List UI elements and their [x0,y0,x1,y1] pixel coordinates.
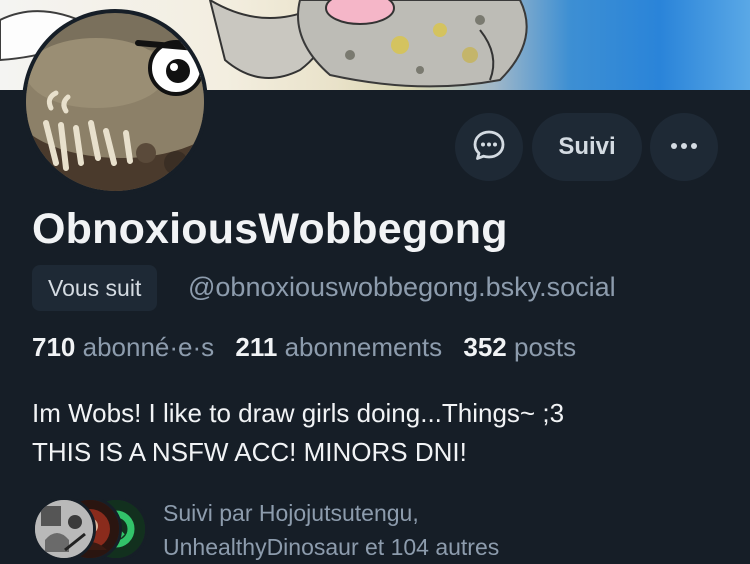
avatar [26,13,204,191]
followed-by-text[interactable]: Suivi par Hojojutsutengu, UnhealthyDinos… [163,496,499,564]
following-button[interactable]: Suivi [532,113,642,181]
following-stat[interactable]: 211 abonnements [235,332,442,362]
following-label: abonnements [284,332,443,362]
avatar-image [26,13,204,191]
follows-you-label: Vous suit [48,274,142,301]
ellipsis-icon [669,138,699,156]
followers-label: abonné·e·s [82,332,215,362]
bio-line: THIS IS A NSFW ACC! MINORS DNI! [32,437,467,467]
profile-handle: @obnoxiouswobbegong.bsky.social [188,272,616,302]
followers-stat[interactable]: 710 abonné·e·s [32,332,214,362]
profile-stats: 710 abonné·e·s 211 abonnements 352 posts [32,332,576,363]
chat-bubble-icon [472,128,506,167]
profile-bio: Im Wobs! I like to draw girls doing...Th… [32,394,564,472]
posts-label: posts [514,332,577,362]
avatar-frame[interactable] [22,9,208,195]
bio-line: Im Wobs! I like to draw girls doing...Th… [32,398,565,428]
display-name: ObnoxiousWobbegong [32,205,508,253]
follows-you-badge: Vous suit [32,265,158,311]
following-button-label: Suivi [558,133,616,160]
followed-by-line: UnhealthyDinosaur et 104 autres [163,534,500,560]
following-count: 211 [235,332,278,362]
followers-count: 710 [32,332,76,362]
followed-by-line: Suivi par Hojojutsutengu, [163,500,419,526]
message-button[interactable] [455,113,523,181]
avatar [32,497,96,561]
posts-count: 352 [463,332,507,362]
posts-stat: 352 posts [463,332,576,362]
known-followers-avatars[interactable] [32,497,148,561]
more-options-button[interactable] [650,113,718,181]
